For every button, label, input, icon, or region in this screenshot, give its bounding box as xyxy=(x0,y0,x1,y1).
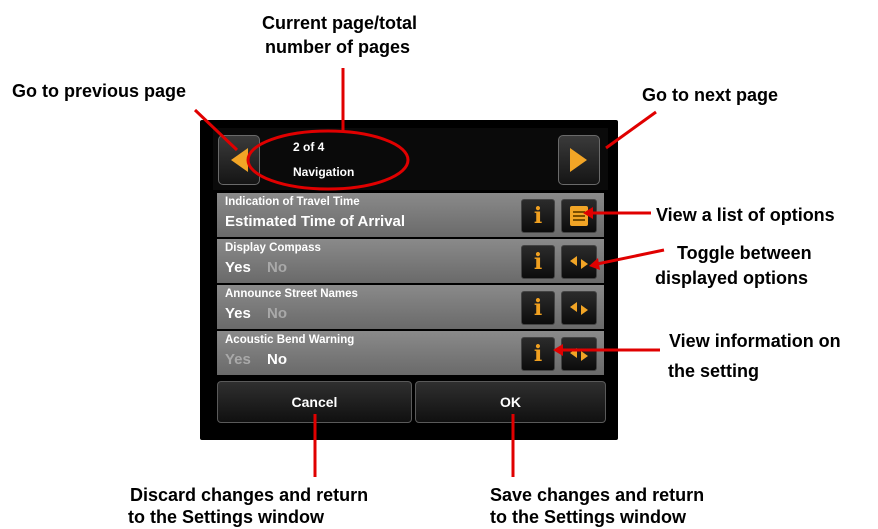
triangle-left-icon xyxy=(231,148,248,172)
info-button[interactable]: i xyxy=(521,337,555,371)
annotation-next-page: Go to next page xyxy=(642,85,779,105)
toggle-button[interactable] xyxy=(561,337,597,371)
page-count: 2 of 4 xyxy=(293,140,325,154)
info-icon: i xyxy=(533,341,543,367)
option-no: No xyxy=(267,351,288,368)
toggle-arrows-icon xyxy=(570,348,588,361)
toggle-button[interactable] xyxy=(561,291,597,325)
triangle-right-icon xyxy=(570,148,587,172)
info-button[interactable]: i xyxy=(521,291,555,325)
info-icon: i xyxy=(533,249,543,275)
toggle-arrows-icon xyxy=(570,302,588,315)
annotation-toggle-line1: Toggle between xyxy=(677,243,812,263)
annotation-view-info-line1: View information on xyxy=(669,331,841,351)
annotation-save-line1: Save changes and return xyxy=(490,485,705,505)
annotation-view-info-line2: the setting xyxy=(668,361,760,381)
setting-value: Yes No xyxy=(225,351,299,368)
option-estimated-time-of-arrival: Estimated Time of Arrival xyxy=(225,213,406,230)
setting-row-display-compass[interactable]: Display Compass Yes No i xyxy=(217,239,604,283)
setting-value: Estimated Time of Arrival xyxy=(225,213,417,230)
list-options-button[interactable] xyxy=(561,199,597,233)
info-icon: i xyxy=(533,295,543,321)
footer-bar: Cancel OK xyxy=(217,381,606,423)
setting-row-announce-street-names[interactable]: Announce Street Names Yes No i xyxy=(217,285,604,329)
annotation-view-list: View a list of options xyxy=(656,205,835,225)
option-no: No xyxy=(267,259,288,276)
info-icon: i xyxy=(533,203,543,229)
option-yes: Yes xyxy=(225,259,251,276)
setting-value: Yes No xyxy=(225,259,299,276)
previous-page-button[interactable] xyxy=(218,135,260,185)
ok-button[interactable]: OK xyxy=(415,381,606,423)
settings-screen: 2 of 4 Navigation Indication of Travel T… xyxy=(213,128,608,435)
setting-label: Acoustic Bend Warning xyxy=(225,334,355,346)
annotation-toggle-line2: displayed options xyxy=(655,268,809,288)
annotation-prev-page: Go to previous page xyxy=(12,81,187,101)
option-yes: Yes xyxy=(225,305,251,322)
setting-row-acoustic-bend-warning[interactable]: Acoustic Bend Warning Yes No i xyxy=(217,331,604,375)
info-button[interactable]: i xyxy=(521,245,555,279)
header-bar: 2 of 4 Navigation xyxy=(213,128,608,190)
toggle-arrows-icon xyxy=(570,256,588,269)
option-yes: Yes xyxy=(225,351,251,368)
page-title: Navigation xyxy=(293,165,355,179)
annotation-save-line2: to the Settings window xyxy=(490,507,686,527)
setting-label: Indication of Travel Time xyxy=(225,196,360,208)
list-icon xyxy=(570,206,588,226)
annotation-page-indicator-line1: Current page/total xyxy=(262,13,418,33)
next-page-button[interactable] xyxy=(558,135,600,185)
setting-label: Announce Street Names xyxy=(225,288,358,300)
annotation-discard-line1: Discard changes and return xyxy=(130,485,369,505)
setting-row-travel-time[interactable]: Indication of Travel Time Estimated Time… xyxy=(217,193,604,237)
cancel-button[interactable]: Cancel xyxy=(217,381,412,423)
setting-label: Display Compass xyxy=(225,242,321,254)
setting-value: Yes No xyxy=(225,305,299,322)
toggle-button[interactable] xyxy=(561,245,597,279)
option-no: No xyxy=(267,305,288,322)
annotation-page-indicator-line2: number of pages xyxy=(265,37,411,57)
info-button[interactable]: i xyxy=(521,199,555,233)
settings-list: Indication of Travel Time Estimated Time… xyxy=(217,193,604,377)
annotation-discard-line2: to the Settings window xyxy=(128,507,324,527)
